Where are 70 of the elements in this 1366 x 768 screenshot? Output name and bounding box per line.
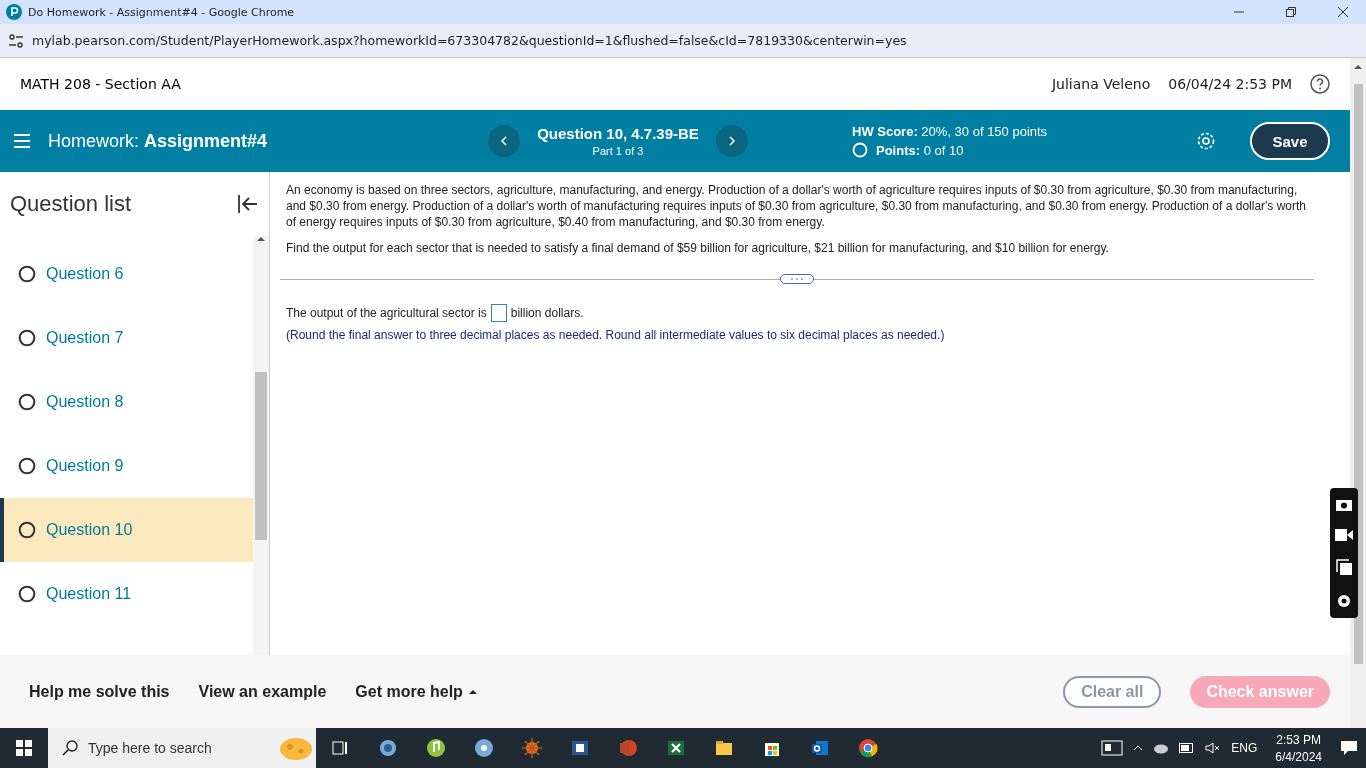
- app-logo-icon: [6, 4, 22, 20]
- help-link[interactable]: Get more help: [355, 682, 477, 701]
- chevron-left-icon: [500, 136, 508, 146]
- hw-score: HW Score: 20%, 30 of 150 points: [852, 124, 1049, 139]
- homework-title: Homework: Assignment#4: [48, 130, 269, 152]
- task-view-icon[interactable]: [330, 738, 350, 758]
- radio-icon: [18, 521, 36, 539]
- cloud-icon[interactable]: [1153, 742, 1170, 754]
- question-text: An economy is based on three sectors, agriculture, manufacturing, and energy. Production of a dollar's worth of agriculture requires inputs of $0.30 from agriculture, $0.30 from manufacturing, and $0.30 from energy. Production of a dollar's worth of manufacturing requires inputs of $0.30 from agriculture, $0.30 from manufacturing, and $0.30 from energy. Production of a dollar's worth of energy requires inputs of $0.30 from agriculture, $0.40 from manufacturing, and $0.30 from energy.: [286, 182, 1308, 230]
- date-time: 06/04/24 2:53 PM: [1168, 76, 1292, 92]
- rounding-note: (Round the final answer to three decimal places as needed. Round all intermediate values to six decimal places as needed.): [286, 328, 946, 342]
- close-icon[interactable]: [1337, 6, 1349, 18]
- course-title: MATH 208 - Section AA: [20, 76, 182, 92]
- video-camera-icon[interactable]: [1335, 529, 1353, 541]
- scroll-up-icon[interactable]: [257, 236, 265, 242]
- help-link[interactable]: View an example: [198, 682, 327, 701]
- notification-icon[interactable]: [1340, 740, 1358, 756]
- sidebar-title: Question list: [10, 191, 132, 217]
- camera-icon[interactable]: [1336, 497, 1352, 511]
- windows-icon[interactable]: [1336, 559, 1352, 575]
- site-settings-icon[interactable]: [8, 33, 24, 48]
- news-icon[interactable]: [1101, 740, 1124, 756]
- radio-icon: [18, 265, 36, 283]
- speaker-muted-icon[interactable]: [1205, 742, 1222, 754]
- points: Points: 0 of 10: [876, 142, 964, 158]
- radio-icon: [18, 585, 36, 603]
- chevron-up-icon[interactable]: [1133, 745, 1144, 751]
- word-icon[interactable]: [570, 738, 590, 758]
- scroll-up-icon[interactable]: [1354, 64, 1362, 70]
- radio-icon: [18, 329, 36, 347]
- search-icon: [62, 740, 78, 756]
- sun-burst-icon[interactable]: [522, 738, 542, 758]
- question-list-item[interactable]: Question 11: [0, 562, 253, 626]
- part-indicator: Part 1 of 3: [592, 145, 644, 157]
- outlook-icon[interactable]: [810, 738, 830, 758]
- help-icon[interactable]: [1310, 74, 1330, 94]
- question-list-item[interactable]: Question 8: [0, 370, 253, 434]
- menu-icon[interactable]: [14, 134, 30, 148]
- question-list-item[interactable]: Question 10: [0, 498, 253, 562]
- music-app-icon[interactable]: [426, 738, 446, 758]
- answer-prefix: The output of the agricultural sector is: [286, 306, 487, 320]
- collapse-icon[interactable]: [237, 194, 259, 214]
- question-list-item[interactable]: Question 9: [0, 434, 253, 498]
- excel-icon[interactable]: [666, 738, 686, 758]
- answer-suffix: billion dollars.: [510, 306, 584, 320]
- question-list-item[interactable]: Question 6: [0, 242, 253, 306]
- previous-button[interactable]: [488, 125, 520, 157]
- question-title: Question 10, 4.7.39-BE: [537, 125, 699, 142]
- caret-up-icon: [468, 689, 477, 694]
- next-button[interactable]: [716, 125, 748, 157]
- save-button[interactable]: Save: [1250, 122, 1330, 160]
- radio-icon: [18, 393, 36, 411]
- taskbar-search-field[interactable]: Type here to search: [48, 728, 316, 768]
- status-circle-icon: [852, 142, 868, 158]
- window-title: Do Homework - Assignment#4 - Google Chrome: [28, 5, 296, 19]
- chrome-icon[interactable]: [858, 738, 878, 758]
- folder-icon[interactable]: [714, 738, 734, 758]
- help-link[interactable]: Help me solve this: [29, 682, 170, 701]
- radio-icon: [18, 457, 36, 475]
- question-list-item[interactable]: Question 7: [0, 306, 253, 370]
- restore-icon[interactable]: [1285, 6, 1297, 18]
- windows-start-icon[interactable]: [16, 740, 32, 756]
- settings-icon[interactable]: [1336, 593, 1352, 609]
- user-name: Juliana Veleno: [1051, 76, 1151, 92]
- chevron-right-icon: [728, 136, 736, 146]
- answer-box[interactable]: [490, 304, 507, 322]
- battery-icon[interactable]: [1179, 743, 1196, 753]
- taskbar-clock[interactable]: 2:53 PM 6/4/2024: [1275, 732, 1322, 764]
- language-indicator[interactable]: ENG: [1231, 741, 1258, 755]
- question-text: Find the output for each sector that is needed to satisfy a final demand of $59 billion for agriculture, $21 billion for manufacturing, and $10 billion for energy.: [286, 240, 1110, 256]
